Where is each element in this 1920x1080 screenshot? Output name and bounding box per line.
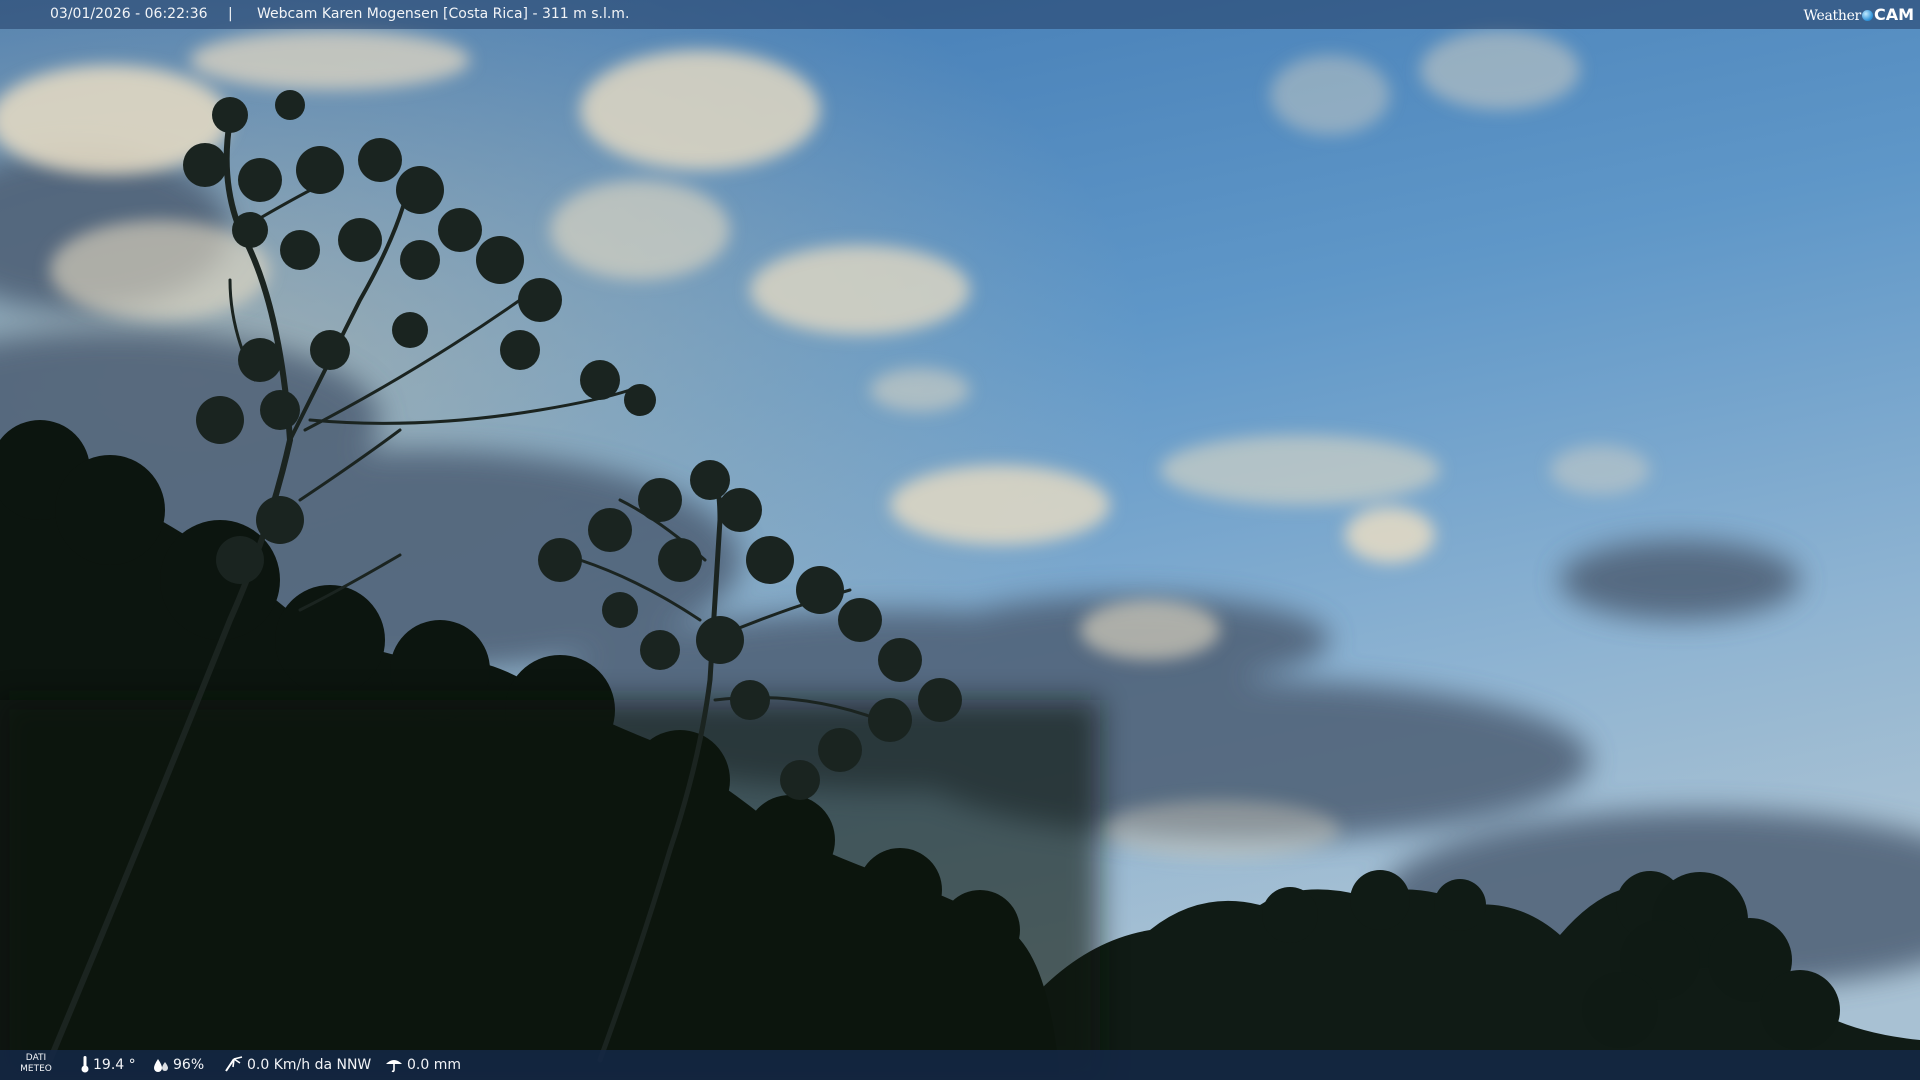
temperature-readout: 19.4 ° (80, 1050, 136, 1080)
webcam-caption: Webcam Karen Mogensen [Costa Rica] - 311… (257, 6, 630, 22)
weather-data-bar: DATI METEO 19.4 ° 96% 0.0 Km/h da NNW 0.… (0, 1050, 1920, 1080)
weather-data-label-line2: METEO (20, 1064, 52, 1074)
weather-data-label: DATI METEO (16, 1053, 56, 1075)
thermometer-icon (81, 1056, 89, 1073)
timestamp: 03/01/2026 - 06:22:36 (50, 6, 208, 22)
humidity-readout: 96% (152, 1050, 204, 1080)
wind-readout: 0.0 Km/h da NNW (224, 1050, 371, 1080)
webcam-frame: 03/01/2026 - 06:22:36 | Webcam Karen Mog… (0, 0, 1920, 1080)
weather-data-label-line1: DATI (25, 1053, 47, 1063)
top-info-bar: 03/01/2026 - 06:22:36 | Webcam Karen Mog… (0, 0, 1920, 29)
globe-icon (1861, 10, 1873, 21)
rain-readout: 0.0 mm (384, 1050, 461, 1080)
rain-icon (386, 1060, 402, 1073)
logo-word-weather: Weather (1803, 8, 1862, 24)
logo-word-cam: CAM (1873, 5, 1914, 24)
wind-value: 0.0 Km/h da NNW (247, 1057, 372, 1073)
weathercam-logo: Weather CAM (1804, 0, 1914, 29)
wind-icon (225, 1056, 243, 1072)
separator: | (228, 6, 233, 22)
temperature-value: 19.4 ° (93, 1057, 136, 1073)
webcam-scene (0, 0, 1920, 1080)
rain-value: 0.0 mm (407, 1057, 461, 1073)
humidity-drops-icon (154, 1059, 168, 1072)
humidity-value: 96% (173, 1057, 205, 1073)
